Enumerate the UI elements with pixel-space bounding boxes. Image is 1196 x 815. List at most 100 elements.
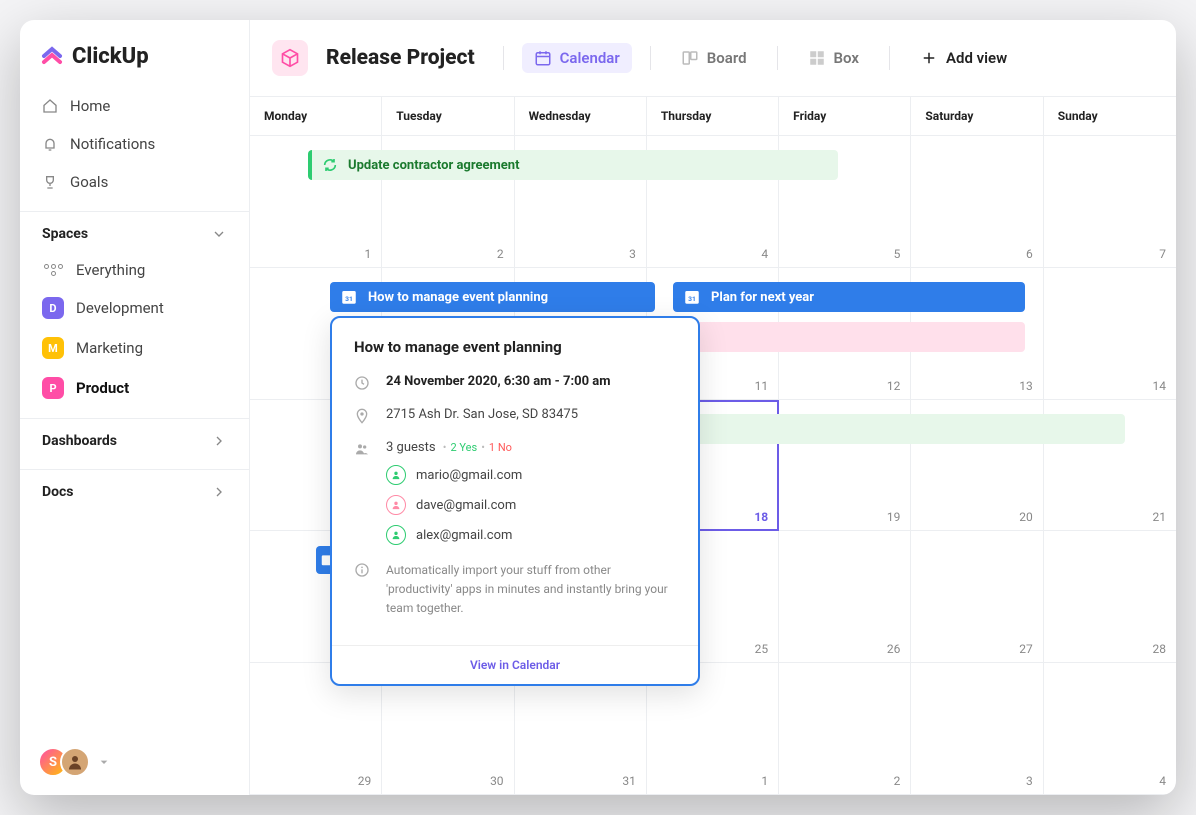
day-headers: Monday Tuesday Wednesday Thursday Friday… — [250, 97, 1176, 136]
calendar-cell[interactable]: 2 — [779, 663, 911, 795]
day-header: Monday — [250, 97, 382, 135]
guests-count: 3 guests — [386, 440, 436, 455]
dashboards-section[interactable]: Dashboards — [20, 418, 249, 459]
guest-avatar — [386, 525, 406, 545]
date-number: 2 — [894, 774, 901, 788]
date-number: 4 — [1159, 774, 1166, 788]
date-number: 5 — [894, 247, 901, 261]
view-in-calendar-link[interactable]: View in Calendar — [332, 645, 698, 684]
date-number: 3 — [1026, 774, 1033, 788]
calendar-cell[interactable]: 3 — [911, 663, 1043, 795]
date-number: 7 — [1159, 247, 1166, 261]
date-number: 20 — [1019, 510, 1033, 524]
event-title: Update contractor agreement — [348, 158, 519, 173]
calendar-cell[interactable]: 26 — [779, 531, 911, 663]
date-number: 14 — [1153, 379, 1167, 393]
clock-icon — [354, 375, 370, 391]
user-menu[interactable]: S — [20, 729, 249, 795]
app-window: ClickUp Home Notifications Goals Spaces — [20, 20, 1176, 795]
space-label: Development — [76, 299, 164, 317]
divider — [650, 46, 651, 70]
calendar-cell[interactable]: 6 — [911, 136, 1043, 268]
divider — [503, 46, 504, 70]
date-number: 29 — [358, 774, 372, 788]
project-icon — [272, 40, 308, 76]
docs-section[interactable]: Docs — [20, 469, 249, 510]
view-label: Board — [707, 49, 747, 67]
date-number: 31 — [622, 774, 636, 788]
person-icon — [391, 500, 401, 510]
view-tab-calendar[interactable]: Calendar — [522, 43, 632, 73]
event-popover: How to manage event planning 24 November… — [330, 316, 700, 686]
spaces-header[interactable]: Spaces — [20, 211, 249, 252]
event-pink[interactable] — [673, 322, 1025, 352]
event-title: Plan for next year — [711, 290, 814, 305]
date-number: 19 — [887, 510, 901, 524]
calendar-cell[interactable]: 27 — [911, 531, 1043, 663]
popover-location: 2715 Ash Dr. San Jose, SD 83475 — [386, 407, 578, 422]
view-label: Box — [834, 49, 859, 67]
calendar-cell[interactable]: 28 — [1044, 531, 1176, 663]
calendar-icon — [534, 49, 552, 67]
date-number: 12 — [887, 379, 901, 393]
add-view-button[interactable]: Add view — [908, 43, 1019, 73]
chevron-right-icon — [211, 484, 227, 500]
space-label: Marketing — [76, 339, 143, 357]
date-number: 30 — [490, 774, 504, 788]
clickup-logo-icon — [40, 45, 64, 69]
event-plan-year[interactable]: 31 Plan for next year — [673, 282, 1025, 312]
date-number: 13 — [1019, 379, 1033, 393]
person-icon — [66, 753, 84, 771]
project-title: Release Project — [326, 46, 475, 70]
space-label: Everything — [76, 261, 145, 279]
chevron-right-icon — [211, 433, 227, 449]
calendar-cell[interactable]: 4 — [1044, 663, 1176, 795]
date-number: 1 — [761, 774, 768, 788]
topbar: Release Project Calendar Board Box Add v… — [250, 20, 1176, 97]
divider — [777, 46, 778, 70]
calendar-cell[interactable]: 7 — [1044, 136, 1176, 268]
calendar-cell[interactable]: 14 — [1044, 268, 1176, 400]
space-badge: D — [42, 297, 64, 319]
nav-item-goals[interactable]: Goals — [28, 163, 241, 201]
date-number: 25 — [755, 642, 769, 656]
date-number: 4 — [761, 247, 768, 261]
view-tab-box[interactable]: Box — [796, 43, 871, 73]
space-development[interactable]: D Development — [28, 288, 241, 328]
event-update-contractor[interactable]: Update contractor agreement — [308, 150, 838, 180]
date-number: 6 — [1026, 247, 1033, 261]
day-header: Thursday — [647, 97, 779, 135]
date-number: 11 — [755, 379, 769, 393]
day-header: Friday — [779, 97, 911, 135]
popover-description: Automatically import your stuff from oth… — [386, 561, 676, 619]
popover-guests-block: 3 guests •2 Yes•1 No mario@gmail.com dav… — [386, 440, 522, 545]
date-number: 2 — [497, 247, 504, 261]
brand-name: ClickUp — [72, 44, 149, 69]
date-number: 21 — [1153, 510, 1167, 524]
chevron-down-icon — [211, 226, 227, 242]
event-manage-planning[interactable]: 31 How to manage event planning — [330, 282, 655, 312]
day-header: Wednesday — [515, 97, 647, 135]
space-label: Product — [76, 379, 129, 397]
space-product[interactable]: P Product — [28, 368, 241, 408]
guest-row: alex@gmail.com — [386, 525, 522, 545]
recurring-icon — [322, 157, 338, 173]
board-icon — [681, 49, 699, 67]
day-header: Sunday — [1044, 97, 1176, 135]
svg-text:31: 31 — [345, 295, 353, 303]
guests-yes: 2 Yes — [451, 441, 478, 454]
view-tab-board[interactable]: Board — [669, 43, 759, 73]
nav-item-notifications[interactable]: Notifications — [28, 125, 241, 163]
nav-item-home[interactable]: Home — [28, 87, 241, 125]
svg-text:31: 31 — [688, 295, 696, 303]
nav-label: Home — [70, 97, 110, 115]
nav-label: Notifications — [70, 135, 155, 153]
space-everything[interactable]: Everything — [28, 252, 241, 288]
cube-icon — [280, 48, 300, 68]
trophy-icon — [42, 174, 58, 190]
guest-avatar — [386, 465, 406, 485]
space-marketing[interactable]: M Marketing — [28, 328, 241, 368]
calendar-grid: 1234567111213141819202125262728293031123… — [250, 136, 1176, 795]
divider — [889, 46, 890, 70]
nav-label: Goals — [70, 173, 108, 191]
